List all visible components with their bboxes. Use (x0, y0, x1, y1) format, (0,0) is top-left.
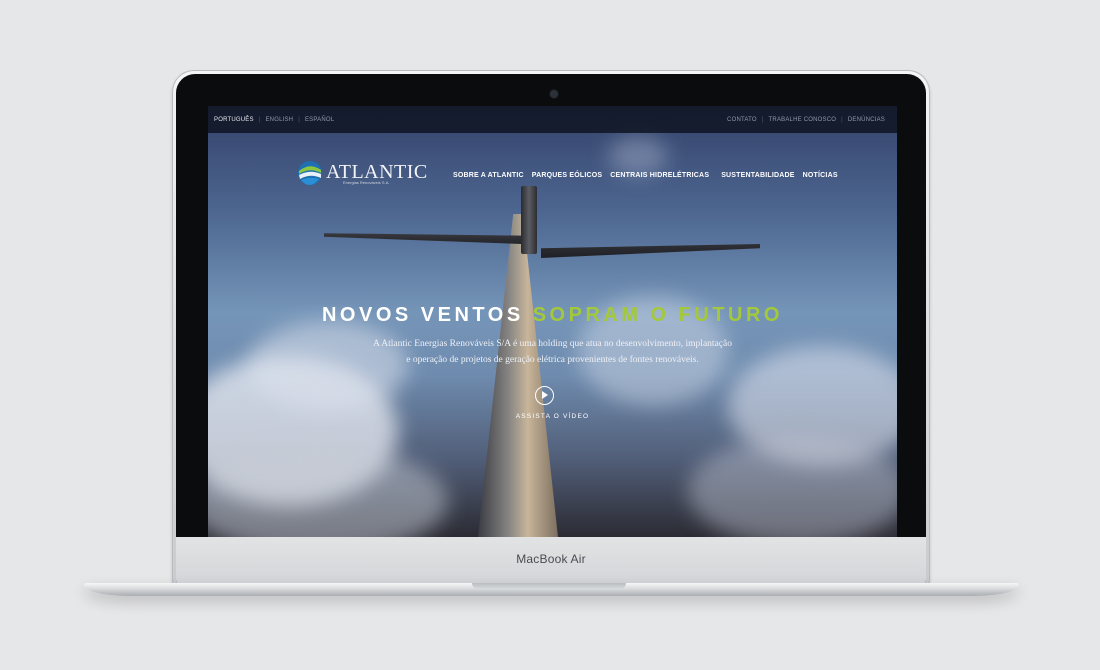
watch-video-link[interactable]: ASSISTA O VÍDEO (208, 413, 897, 420)
cloud (208, 446, 448, 537)
separator: | (841, 117, 843, 123)
atlantic-logo-icon (298, 161, 322, 185)
link-trabalhe-conosco[interactable]: TRABALHE CONOSCO (769, 117, 837, 123)
laptop-notch (472, 583, 626, 589)
nav-sobre-atlantic[interactable]: SOBRE A ATLANTIC (453, 172, 524, 179)
hero-description-line: e operação de projetos de geração elétri… (406, 355, 699, 365)
hero-title-part2: SOPRAM O FUTURO (532, 304, 783, 326)
lang-espanol[interactable]: ESPAÑOL (305, 117, 334, 123)
lang-english[interactable]: ENGLISH (265, 117, 293, 123)
bezel-bottom: MacBook Air (176, 537, 926, 584)
brand-tagline: Energias Renováveis S.A. (343, 180, 390, 185)
language-switcher: PORTUGUÊS | ENGLISH | ESPAÑOL (214, 117, 334, 123)
model-label: MacBook Air (516, 552, 586, 566)
turbine-blade-right (541, 244, 760, 258)
turbine-tower (478, 214, 558, 537)
nav-sustentabilidade[interactable]: SUSTENTABILIDADE (721, 172, 794, 179)
main-nav: SOBRE A ATLANTIC PARQUES EÓLICOS CENTRAI… (453, 172, 846, 179)
nav-parques-eolicos[interactable]: PARQUES EÓLICOS (532, 172, 603, 179)
top-bar: PORTUGUÊS | ENGLISH | ESPAÑOL CONTATO | … (208, 106, 897, 133)
hero-description: A Atlantic Energias Renováveis S/A é uma… (308, 336, 797, 368)
hero-description-line: A Atlantic Energias Renováveis S/A é uma… (373, 339, 732, 349)
separator: | (761, 117, 764, 123)
website-screen: PORTUGUÊS | ENGLISH | ESPAÑOL CONTATO | … (208, 106, 897, 537)
hero-title: NOVOS VENTOS SOPRAM O FUTURO (208, 304, 897, 327)
link-denuncias[interactable]: DENÚNCIAS (848, 117, 885, 123)
hero-title-part1: NOVOS VENTOS (321, 304, 524, 326)
nav-noticias[interactable]: NOTÍCIAS (803, 172, 838, 179)
site-logo[interactable]: ATLANTIC Energias Renováveis S.A. (296, 159, 427, 189)
link-contato[interactable]: CONTATO (727, 117, 757, 123)
cloud (688, 436, 897, 537)
turbine-blade-left (324, 233, 522, 244)
cloud (608, 136, 668, 176)
camera-icon (550, 90, 558, 98)
utility-links: CONTATO | TRABALHE CONOSCO | DENÚNCIAS (727, 117, 885, 123)
separator: | (298, 117, 300, 123)
nav-centrais-hidreletricas[interactable]: CENTRAIS HIDRELÉTRICAS (610, 172, 709, 179)
separator: | (258, 117, 261, 123)
turbine-nacelle (521, 186, 537, 254)
play-video-icon[interactable] (535, 386, 554, 405)
lang-portugues[interactable]: PORTUGUÊS (214, 117, 254, 123)
